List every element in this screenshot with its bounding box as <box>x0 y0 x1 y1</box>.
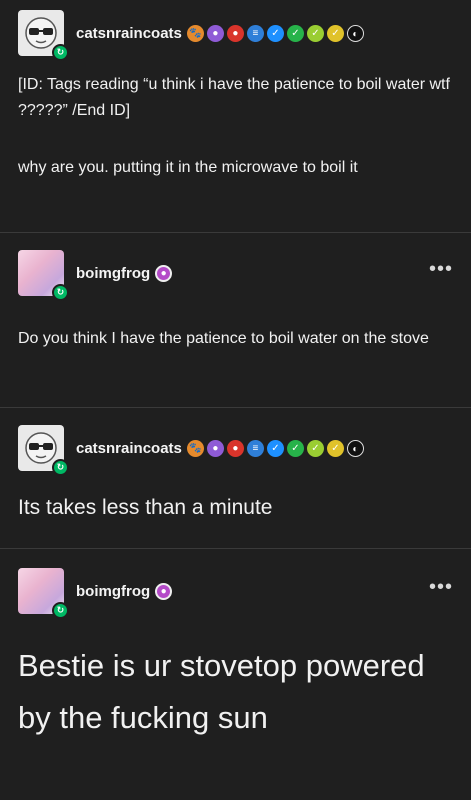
pink-ghost-badge-icon[interactable]: ● <box>155 582 173 600</box>
reblog-thread: ↻ catsnraincoats 🐾 ● ● ≡ ✓ ✓ ✓ ✓ ◐ [ID: … <box>0 0 471 800</box>
purple-circle-badge-icon[interactable]: ● <box>206 439 224 457</box>
post-text: Do you think I have the patience to boil… <box>18 330 429 347</box>
post-divider <box>0 548 471 549</box>
more-options-icon[interactable]: ••• <box>429 576 453 599</box>
reblog-icon: ↻ <box>52 284 69 301</box>
post-text: [ID: Tags reading “u think i have the pa… <box>18 76 450 119</box>
post-header: ↻ catsnraincoats 🐾 ● ● ≡ ✓ ✓ ✓ ✓ ◐ <box>18 10 367 61</box>
username[interactable]: boimgfrog <box>76 583 150 600</box>
post-text: why are you. putting it in the microwave… <box>18 159 358 176</box>
more-options-icon[interactable]: ••• <box>429 258 453 281</box>
red-sticker-badge-icon[interactable]: ● <box>226 24 244 42</box>
yellow-check-badge-icon[interactable]: ✓ <box>326 439 344 457</box>
reblog-icon: ↻ <box>52 44 69 61</box>
badge-list: 🐾 ● ● ≡ ✓ ✓ ✓ ✓ ◐ <box>186 24 367 42</box>
moon-badge-icon[interactable]: ◐ <box>346 439 364 457</box>
lime-check-badge-icon[interactable]: ✓ <box>306 439 324 457</box>
badge-list: 🐾 ● ● ≡ ✓ ✓ ✓ ✓ ◐ <box>186 439 367 457</box>
yellow-check-badge-icon[interactable]: ✓ <box>326 24 344 42</box>
username[interactable]: catsnraincoats <box>76 25 182 42</box>
blue-check-badge-icon[interactable]: ✓ <box>266 439 284 457</box>
username[interactable]: boimgfrog <box>76 265 150 282</box>
avatar[interactable]: ↻ <box>18 250 69 301</box>
badge-list: ● <box>155 582 175 600</box>
lime-check-badge-icon[interactable]: ✓ <box>306 24 324 42</box>
moon-badge-icon[interactable]: ◐ <box>346 24 364 42</box>
post-header: ↻ boimgfrog ● <box>18 250 175 301</box>
paw-badge-icon[interactable]: 🐾 <box>186 439 204 457</box>
blue-stack-badge-icon[interactable]: ≡ <box>246 439 264 457</box>
post-divider <box>0 232 471 233</box>
blue-stack-badge-icon[interactable]: ≡ <box>246 24 264 42</box>
purple-circle-badge-icon[interactable]: ● <box>206 24 224 42</box>
post-header: ↻ catsnraincoats 🐾 ● ● ≡ ✓ ✓ ✓ ✓ ◐ <box>18 425 367 476</box>
blue-check-badge-icon[interactable]: ✓ <box>266 24 284 42</box>
avatar[interactable]: ↻ <box>18 568 69 619</box>
post-text: Bestie is ur stovetop powered by the fuc… <box>18 648 425 735</box>
reblog-icon: ↻ <box>52 459 69 476</box>
green-check-badge-icon[interactable]: ✓ <box>286 24 304 42</box>
green-check-badge-icon[interactable]: ✓ <box>286 439 304 457</box>
username[interactable]: catsnraincoats <box>76 440 182 457</box>
badge-list: ● <box>155 264 175 282</box>
post-text: Its takes less than a minute <box>18 496 273 519</box>
avatar[interactable]: ↻ <box>18 10 69 61</box>
post-divider <box>0 407 471 408</box>
red-sticker-badge-icon[interactable]: ● <box>226 439 244 457</box>
paw-badge-icon[interactable]: 🐾 <box>186 24 204 42</box>
reblog-icon: ↻ <box>52 602 69 619</box>
avatar[interactable]: ↻ <box>18 425 69 476</box>
pink-ghost-badge-icon[interactable]: ● <box>155 264 173 282</box>
post-header: ↻ boimgfrog ● <box>18 568 175 619</box>
